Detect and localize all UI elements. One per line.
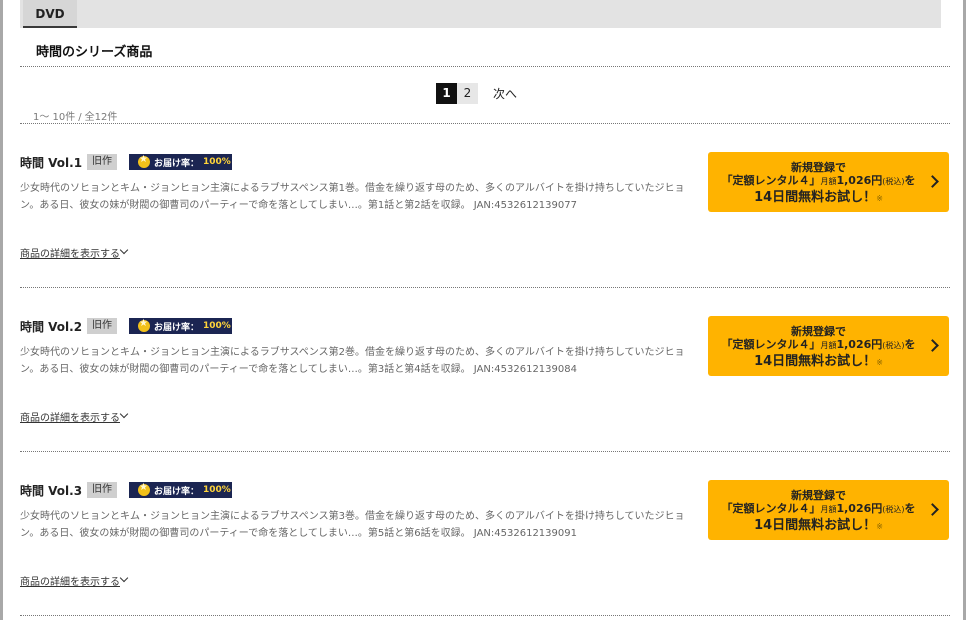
cta-line-3: 14日間無料お試し！※ (708, 514, 929, 533)
delivery-rate-badge: お届け率：100% (129, 482, 232, 498)
show-details-link[interactable]: 商品の詳細を表示する (20, 245, 120, 260)
cta-trial-text: 14日間無料お試し！ (754, 518, 877, 533)
product-title[interactable]: 時間 Vol.1 (20, 154, 82, 171)
cta-monthly-label: 月額 (820, 505, 837, 514)
cta-line-3: 14日間無料お試し！※ (708, 350, 929, 369)
show-details-link[interactable]: 商品の詳細を表示する (20, 573, 120, 588)
delivery-rate-value: 100% (203, 321, 231, 331)
cta-tax-label: (税込) (882, 177, 905, 186)
cta-line-3: 14日間無料お試し！※ (708, 186, 929, 205)
cta-note-mark: ※ (876, 522, 883, 531)
section-title: 時間のシリーズ商品 (36, 45, 153, 60)
divider (20, 123, 950, 124)
product-description: 少女時代のソヒョンとキム・ジョンヒョン主演によるラブサスペンス第1巻。借金を繰り… (20, 183, 685, 211)
result-separator: / (78, 112, 82, 123)
product-item: 時間 Vol.2 旧作 お届け率：100% 少女時代のソヒョンとキム・ジョンヒョ… (20, 316, 950, 458)
free-trial-button[interactable]: 新規登録で 「定額レンタル４」月額1,026円(税込)を 14日間無料お試し！※ (708, 152, 949, 212)
star-icon (138, 482, 150, 496)
cta-tax-label: (税込) (882, 505, 905, 514)
old-release-badge: 旧作 (87, 154, 117, 170)
old-release-badge: 旧作 (87, 318, 117, 334)
tab-dvd[interactable]: DVD (23, 0, 77, 28)
delivery-rate-label: お届け率： (154, 322, 200, 333)
show-details-link[interactable]: 商品の詳細を表示する (20, 409, 120, 424)
delivery-rate-badge: お届け率：100% (129, 318, 232, 334)
product-title[interactable]: 時間 Vol.2 (20, 318, 82, 335)
product-item: 時間 Vol.1 旧作 お届け率：100% 少女時代のソヒョンとキム・ジョンヒョ… (20, 152, 950, 294)
delivery-rate-badge: お届け率：100% (129, 154, 232, 170)
star-icon (138, 154, 150, 168)
delivery-rate-value: 100% (203, 157, 231, 167)
cta-monthly-label: 月額 (820, 177, 837, 186)
delivery-rate-label: お届け率： (154, 486, 200, 497)
result-total: 全12件 (84, 112, 118, 123)
page-1-button[interactable]: 1 (436, 83, 457, 104)
product-description: 少女時代のソヒョンとキム・ジョンヒョン主演によるラブサスペンス第3巻。借金を繰り… (20, 511, 685, 539)
cta-trial-text: 14日間無料お試し！ (754, 354, 877, 369)
divider (20, 615, 950, 616)
cta-tax-label: (税込) (882, 341, 905, 350)
cta-trial-text: 14日間無料お試し！ (754, 190, 877, 205)
chevron-down-icon[interactable] (119, 573, 129, 583)
tab-bar: DVD (20, 0, 941, 28)
cta-note-mark: ※ (876, 194, 883, 203)
result-count: 1～ 10件 / 全12件 (33, 108, 117, 123)
page-frame: DVD 時間のシリーズ商品 1 2 次へ 1～ 10件 / 全12件 時間 Vol.… (0, 0, 966, 620)
product-description: 少女時代のソヒョンとキム・ジョンヒョン主演によるラブサスペンス第2巻。借金を繰り… (20, 347, 685, 375)
chevron-down-icon[interactable] (119, 245, 129, 255)
old-release-badge: 旧作 (87, 482, 117, 498)
divider (20, 287, 950, 288)
delivery-rate-label: お届け率： (154, 158, 200, 169)
cta-monthly-label: 月額 (820, 341, 837, 350)
free-trial-button[interactable]: 新規登録で 「定額レンタル４」月額1,026円(税込)を 14日間無料お試し！※ (708, 316, 949, 376)
page-2-button[interactable]: 2 (457, 83, 478, 104)
pagination: 1 2 次へ (436, 83, 517, 104)
star-icon (138, 318, 150, 332)
divider (20, 66, 950, 67)
product-item: 時間 Vol.3 旧作 お届け率：100% 少女時代のソヒョンとキム・ジョンヒョ… (20, 480, 950, 622)
delivery-rate-value: 100% (203, 485, 231, 495)
result-range: 1～ 10件 (33, 112, 76, 123)
product-title[interactable]: 時間 Vol.3 (20, 482, 82, 499)
cta-note-mark: ※ (876, 358, 883, 367)
free-trial-button[interactable]: 新規登録で 「定額レンタル４」月額1,026円(税込)を 14日間無料お試し！※ (708, 480, 949, 540)
next-page-link[interactable]: 次へ (493, 85, 517, 102)
divider (20, 451, 950, 452)
chevron-down-icon[interactable] (119, 409, 129, 419)
